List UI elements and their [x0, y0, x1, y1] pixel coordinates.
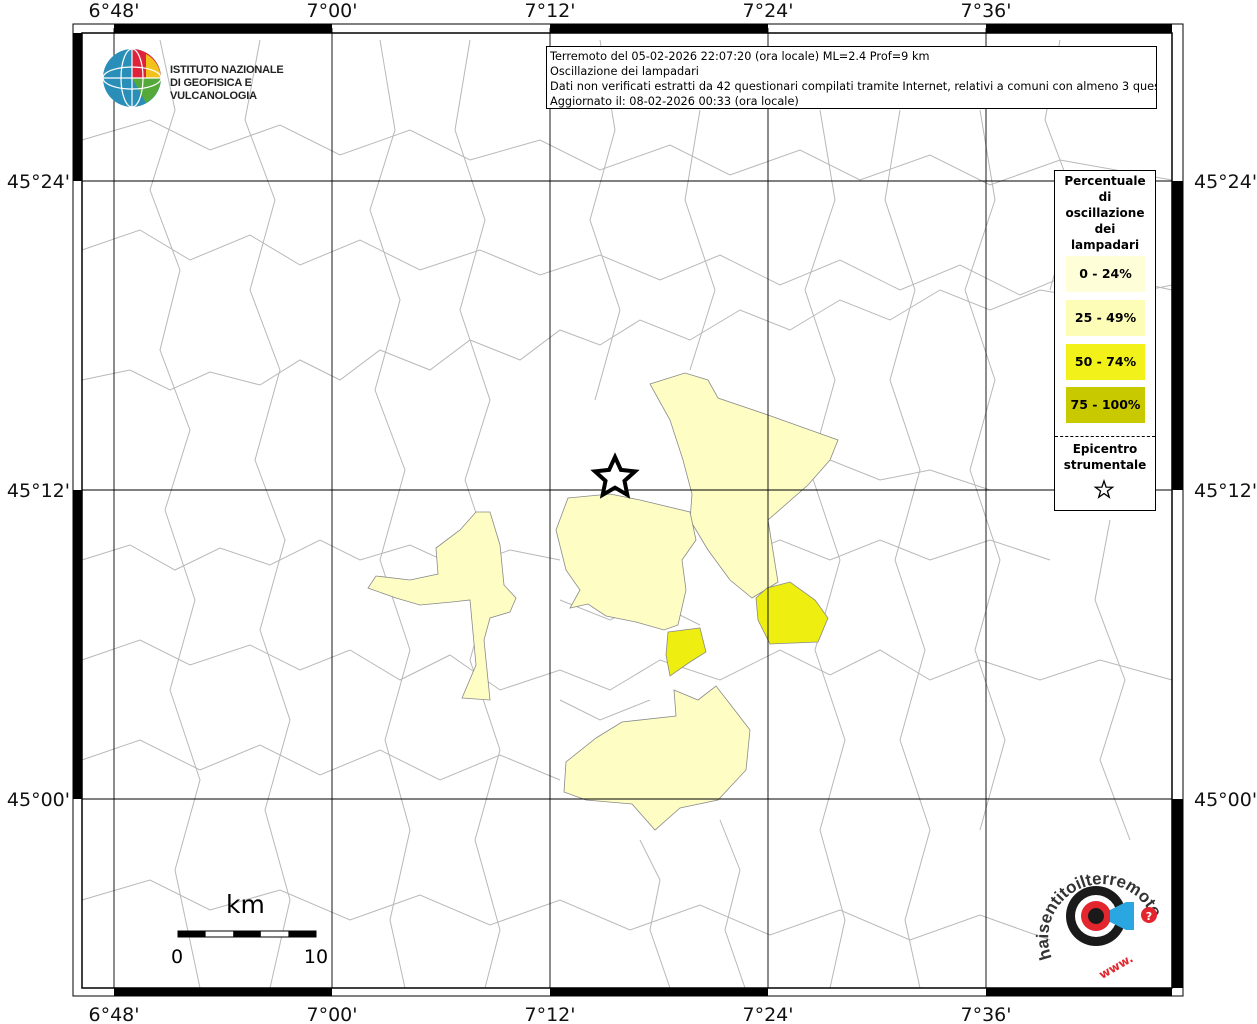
legend-class-label: 25 - 49% [1074, 310, 1137, 325]
lon-tick-label: 7°00' [307, 1004, 358, 1024]
legend-class-label: 75 - 100% [1070, 397, 1141, 412]
legend-class-25-49: 25 - 49% [1066, 300, 1145, 336]
lat-tick-label: 45°00' [1194, 789, 1257, 811]
municipality-25-49 [563, 685, 751, 831]
legend-class-75-100: 75 - 100% [1066, 387, 1145, 423]
logo-line-2: DI GEOFISICA E VULCANOLOGIA [170, 77, 257, 102]
lat-tick-label: 45°24' [1194, 171, 1257, 193]
legend-title: Percentuale di oscillazione dei lampadar… [1064, 174, 1146, 252]
map-subject: Oscillazione dei lampadari [550, 65, 699, 78]
legend-epicenter-label: Epicentro strumentale [1063, 442, 1147, 472]
lat-tick-label: 45°12' [7, 480, 70, 502]
legend-class-label: 50 - 74% [1074, 354, 1137, 369]
ingv-logo: ISTITUTO NAZIONALE DI GEOFISICA E VULCAN… [100, 46, 320, 110]
lon-tick-label: 7°36' [961, 1004, 1012, 1024]
municipality-fills [367, 372, 839, 831]
scale-unit-label: km [226, 890, 265, 919]
legend-class-50-74: 50 - 74% [1066, 344, 1145, 380]
legend: Percentuale di oscillazione dei lampadar… [1054, 170, 1156, 511]
lat-tick-label: 45°24' [7, 171, 70, 193]
lat-tick-label: 45°00' [7, 789, 70, 811]
lon-tick-label: 7°12' [525, 1004, 576, 1024]
lon-ticks-bottom: 6°48' 7°00' 7°12' 7°24' 7°36' [89, 1004, 1012, 1024]
globe-icon [102, 48, 162, 108]
municipality-25-49 [555, 493, 697, 631]
update-time: Aggiornato il: 08-02-2026 00:33 (ora loc… [550, 95, 799, 108]
legend-class-0-24: 0 - 24% [1066, 256, 1145, 292]
lon-ticks-top: 6°48' 7°00' 7°12' 7°24' 7°36' [89, 0, 1012, 22]
lon-tick-label: 7°12' [525, 0, 576, 22]
lon-tick-label: 7°24' [743, 0, 794, 22]
lon-tick-label: 7°00' [307, 0, 358, 22]
legend-star-icon [1093, 479, 1115, 499]
lon-tick-label: 6°48' [89, 0, 140, 22]
haisentito-badge[interactable]: haisentitoilterremoto.it ? www. [1030, 858, 1170, 988]
scale-end-label: 10 [304, 946, 328, 968]
legend-class-label: 0 - 24% [1079, 266, 1132, 281]
lat-ticks-right: 45°24' 45°12' 45°00' [1194, 171, 1257, 811]
logo-line-1: ISTITUTO NAZIONALE [170, 64, 284, 76]
lon-tick-label: 6°48' [89, 1004, 140, 1024]
event-title: Terremoto del 05-02-2026 22:07:20 (ora l… [550, 50, 930, 63]
lat-tick-label: 45°12' [1194, 480, 1257, 502]
data-note: Dati non verificati estratti da 42 quest… [550, 80, 1157, 93]
scale-start-label: 0 [171, 946, 183, 968]
municipality-25-49 [367, 511, 517, 701]
legend-divider [1055, 436, 1155, 437]
municipality-50-74 [755, 581, 829, 645]
lon-tick-label: 7°36' [961, 0, 1012, 22]
event-info-box: Terremoto del 05-02-2026 22:07:20 (ora l… [546, 46, 1157, 109]
lon-tick-label: 7°24' [743, 1004, 794, 1024]
svg-text:?: ? [1146, 910, 1152, 923]
badge-www: www. [1096, 951, 1135, 982]
epicenter-star-icon [590, 452, 640, 499]
lat-ticks-left: 45°24' 45°12' 45°00' [7, 171, 70, 811]
